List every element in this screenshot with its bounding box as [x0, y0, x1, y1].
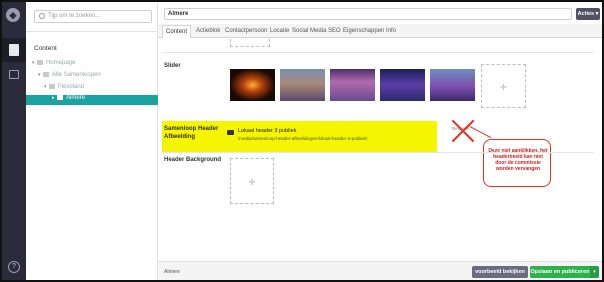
breadcrumb[interactable]: Almere — [164, 269, 180, 275]
tree-divider — [26, 31, 158, 32]
add-header-background-button[interactable]: + — [230, 158, 274, 204]
samenloop-header-label: Samenloop Header — [164, 126, 219, 132]
folder-icon — [227, 130, 234, 135]
preview-button[interactable]: voorbeeld bekijken — [472, 266, 528, 278]
cross-mark-icon — [450, 118, 476, 144]
page-icon — [57, 95, 63, 100]
media-icon[interactable] — [9, 70, 19, 79]
tab-info[interactable]: Info — [386, 28, 396, 34]
slider-image-4[interactable] — [380, 69, 425, 101]
save-and-publish-button[interactable]: Opslaan en publiceren — [530, 266, 590, 278]
selected-media-name[interactable]: Lokaal header 3 publiek — [238, 128, 296, 134]
save-options-chevron-icon[interactable]: ▾ — [590, 266, 599, 278]
section-divider — [162, 152, 594, 153]
slider-image-3[interactable] — [330, 69, 375, 101]
slider-label: Slider — [164, 63, 181, 69]
tab-bar: Content Actieblok Contactpersoon Locatie… — [158, 24, 602, 38]
home-icon — [37, 60, 43, 65]
tree-node-alle-samenloopen[interactable]: ▾ Alle Samenloopen — [38, 72, 101, 82]
search-placeholder: Tijp om te zoeken... — [48, 13, 101, 19]
tab-social-media[interactable]: Social Media — [292, 28, 326, 34]
tree-node-label: Alle Samenloopen — [52, 72, 101, 79]
previous-media-box — [230, 39, 270, 47]
add-slider-image-button[interactable]: + — [481, 64, 526, 108]
search-icon — [39, 13, 45, 19]
tab-seo[interactable]: SEO — [328, 28, 341, 34]
location-icon — [49, 84, 55, 89]
tab-locatie[interactable]: Locatie — [270, 28, 289, 34]
tree-node-label: Homepage — [46, 60, 76, 67]
section-divider — [162, 52, 594, 53]
editor-header: Almere Acties ▾ — [158, 2, 602, 24]
tab-content[interactable]: Content — [162, 25, 192, 38]
content-tree-panel: Tijp om te zoeken... Content ▾ Homepage ▾… — [26, 2, 158, 280]
tree-node-homepage[interactable]: ▾ Homepage — [32, 60, 75, 70]
annotation-callout: Deze niet aanklikken, het headerbeeld ka… — [483, 139, 551, 187]
tree-node-almere[interactable]: ▸ Almere — [26, 95, 158, 105]
actions-button[interactable]: Acties ▾ — [576, 8, 600, 20]
editor-panel: Almere Acties ▾ Content Actieblok Contac… — [158, 2, 602, 280]
rail-item-content[interactable] — [2, 38, 26, 62]
header-background-label: Header Background — [164, 157, 222, 163]
app-rail: ◆ ? — [2, 2, 26, 280]
document-icon — [9, 44, 19, 56]
slider-image-2[interactable] — [280, 69, 325, 101]
help-icon[interactable]: ? — [8, 261, 20, 273]
plus-icon: + — [499, 80, 507, 94]
node-name-input[interactable]: Almere — [164, 8, 572, 20]
samenloop-header-label-2: Afbeelding — [164, 134, 195, 140]
selected-media-path: /media/samenloop-header-afbeeldingen/lok… — [238, 136, 368, 141]
folder-icon — [43, 72, 49, 77]
tab-eigenschappen[interactable]: Eigenschappen — [343, 28, 384, 34]
editor-footer: Almere voorbeeld bekijken Opslaan en pub… — [158, 261, 602, 280]
umbraco-logo-icon[interactable]: ◆ — [6, 8, 20, 22]
tree-node-label: Flevoland — [58, 84, 85, 91]
tree-title: Content — [34, 45, 57, 52]
slider-image-5[interactable] — [430, 69, 475, 101]
tree-node-label: Almere — [66, 95, 86, 102]
tree-node-flevoland[interactable]: ▾ Flevoland — [44, 84, 84, 94]
tab-actieblok[interactable]: Actieblok — [196, 28, 220, 34]
plus-icon: + — [248, 175, 256, 189]
slider-image-1[interactable] — [230, 69, 275, 101]
tree-search-input[interactable]: Tijp om te zoeken... — [34, 10, 152, 23]
tab-contactpersoon[interactable]: Contactpersoon — [225, 28, 267, 34]
